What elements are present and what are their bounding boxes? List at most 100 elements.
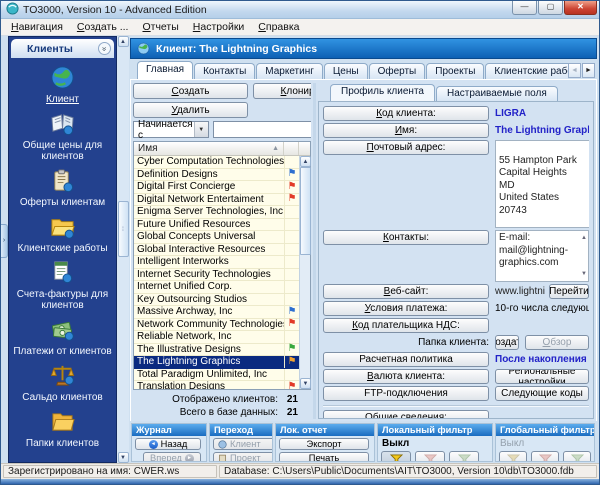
- sidebar-item[interactable]: Клиент: [46, 65, 79, 105]
- sidebar-item[interactable]: Платежи от клиентов: [13, 317, 111, 357]
- title-bar[interactable]: TO3000, Version 10 - Advanced Edition — …: [1, 1, 599, 19]
- list-scrollbar[interactable]: ▲ ▼: [299, 156, 310, 389]
- client-row[interactable]: Massive Archway, Inc⚑: [134, 306, 299, 319]
- yellow-flag-icon: ⚑: [284, 356, 299, 368]
- menu-item[interactable]: Навигация: [5, 20, 69, 34]
- collapse-chevron-icon[interactable]: »: [98, 42, 111, 55]
- client-row[interactable]: Network Community Technologies⚑: [134, 319, 299, 332]
- client-name: Total Paradigm Unlimited, Inc: [134, 369, 284, 380]
- general-info-button[interactable]: Общие сведения:: [323, 410, 489, 419]
- chevron-down-icon[interactable]: ▼: [194, 122, 208, 137]
- client-row[interactable]: Definition Designs⚑: [134, 169, 299, 182]
- client-row[interactable]: Internet Unified Corp.: [134, 281, 299, 294]
- tab-scroll-right-icon[interactable]: ►: [582, 63, 595, 78]
- scroll-down-icon[interactable]: ▼: [300, 378, 311, 389]
- sidebar-scrollbar[interactable]: ▲ ⁞ ▼: [117, 36, 129, 463]
- client-row[interactable]: Internet Security Technologies: [134, 269, 299, 282]
- scroll-down-icon[interactable]: ▼: [118, 452, 129, 463]
- sidebar-collapse-handle[interactable]: ›: [1, 224, 8, 258]
- client-currency-button[interactable]: Валюта клиента:: [323, 369, 489, 384]
- go-to-website-button[interactable]: Перейти: [549, 284, 589, 299]
- sidebar-item[interactable]: Счета-фактуры для клиентов: [11, 260, 114, 311]
- menu-item[interactable]: Отчеты: [136, 20, 184, 34]
- close-button[interactable]: ✕: [564, 1, 597, 15]
- print-button[interactable]: Печать: [279, 452, 369, 461]
- client-row[interactable]: Key Outsourcing Studios: [134, 294, 299, 307]
- payment-terms-button[interactable]: Условия платежа:: [323, 301, 489, 316]
- client-row[interactable]: The Illustrative Designs⚑: [134, 344, 299, 357]
- mailing-address-button[interactable]: Почтовый адрес:: [323, 140, 489, 155]
- tab-client-profile[interactable]: Профиль клиента: [330, 84, 435, 101]
- sidebar-item[interactable]: Сальдо клиентов: [22, 363, 102, 403]
- create-folder-button[interactable]: Создать: [495, 335, 519, 350]
- main-tab[interactable]: Контакты: [194, 63, 255, 79]
- scroll-up-icon[interactable]: ▲: [300, 156, 311, 167]
- filter-value-input[interactable]: [213, 121, 311, 138]
- sidebar-item[interactable]: Общие цены для клиентов: [11, 111, 114, 162]
- sidebar-item[interactable]: Папки клиентов: [26, 409, 99, 449]
- menu-item[interactable]: Справка: [252, 20, 305, 34]
- filter-mode-select[interactable]: Начинается с ▼: [133, 121, 209, 138]
- client-row[interactable]: Intelligent Interworks: [134, 256, 299, 269]
- client-row[interactable]: Enigma Server Technologies, Inc: [134, 206, 299, 219]
- delete-client-button[interactable]: Удалить: [133, 102, 248, 118]
- scroll-down-icon[interactable]: ▼: [581, 268, 587, 281]
- client-name: Network Community Technologies: [134, 319, 284, 330]
- client-row[interactable]: Total Paradigm Unlimited, Inc: [134, 369, 299, 382]
- menu-item[interactable]: Настройки: [187, 20, 251, 34]
- mailing-address-value[interactable]: 55 Hampton Park Capital Heights MD Unite…: [495, 140, 589, 228]
- edit-filter-button[interactable]: [449, 451, 479, 461]
- client-name-button[interactable]: Имя:: [323, 123, 489, 138]
- main-tab[interactable]: Проекты: [426, 63, 484, 79]
- website-button[interactable]: Веб-сайт:: [323, 284, 489, 299]
- client-row[interactable]: Digital Network Entertaiment⚑: [134, 194, 299, 207]
- create-client-button[interactable]: Создать: [133, 83, 248, 99]
- sidebar-item[interactable]: Оферты клиентам: [20, 168, 105, 208]
- table-header[interactable]: Имя ▲: [134, 142, 310, 156]
- accounting-policy-button[interactable]: Расчетная политика: [323, 352, 489, 367]
- client-row[interactable]: Reliable Network, Inc: [134, 331, 299, 344]
- export-button[interactable]: Экспорт: [279, 438, 369, 450]
- main-tab[interactable]: Оферты: [369, 63, 426, 79]
- scroll-up-icon[interactable]: ▲: [581, 232, 587, 245]
- client-row[interactable]: The Lightning Graphics⚑: [134, 356, 299, 369]
- panel-splitter[interactable]: [313, 83, 316, 419]
- back-button[interactable]: ◄ Назад: [135, 438, 201, 450]
- clear-filter-button[interactable]: [415, 451, 445, 461]
- regional-settings-button[interactable]: Региональные настройки: [495, 369, 589, 384]
- apply-filter-button[interactable]: [381, 451, 411, 461]
- client-name: Intelligent Interworks: [134, 256, 284, 267]
- main-tab[interactable]: Маркетинг: [256, 63, 323, 79]
- client-row[interactable]: Global Interactive Resources: [134, 244, 299, 257]
- main-tab[interactable]: Клиентские работы: [485, 63, 568, 79]
- tab-scroll-left-icon[interactable]: ◄: [568, 63, 581, 78]
- clone-client-button[interactable]: Клонировать: [253, 83, 311, 99]
- scrollbar-thumb[interactable]: ⁞: [118, 201, 129, 257]
- client-row[interactable]: Global Concepts Universal: [134, 231, 299, 244]
- contacts-button[interactable]: Контакты:: [323, 230, 489, 245]
- client-row[interactable]: Future Unified Resources: [134, 219, 299, 232]
- scrollbar-thumb[interactable]: [300, 167, 311, 255]
- tab-custom-fields[interactable]: Настраиваемые поля: [436, 86, 558, 101]
- sidebar-item[interactable]: Клиентские работы: [17, 214, 107, 254]
- next-codes-button[interactable]: Следующие коды: [495, 386, 589, 401]
- menu-item[interactable]: Создать ...: [71, 20, 135, 34]
- no-flag: [284, 331, 299, 343]
- website-value[interactable]: www.lightning-g: [495, 284, 545, 299]
- ftp-connections-button[interactable]: FTP-подключения: [323, 386, 489, 401]
- app-window: TO3000, Version 10 - Advanced Edition — …: [0, 0, 600, 485]
- maximize-button[interactable]: ▢: [538, 1, 563, 15]
- vat-code-button[interactable]: Код плательщика НДС:: [323, 318, 489, 333]
- minimize-button[interactable]: —: [512, 1, 537, 15]
- main-tab[interactable]: Цены: [324, 63, 368, 79]
- client-code-button[interactable]: Код клиента:: [323, 106, 489, 121]
- scroll-up-icon[interactable]: ▲: [118, 36, 129, 47]
- main-tab[interactable]: Главная: [137, 61, 193, 79]
- client-row[interactable]: Cyber Computation Technologies, Inc: [134, 156, 299, 169]
- client-row[interactable]: Translation Designs⚑: [134, 381, 299, 389]
- sidebar-item-label: Клиент: [46, 94, 79, 105]
- client-row[interactable]: Digital First Concierge⚑: [134, 181, 299, 194]
- flag-column-header[interactable]: [284, 142, 299, 155]
- name-column-header[interactable]: Имя: [138, 143, 157, 154]
- contacts-value[interactable]: E-mail: mail@lightning-graphics.com ▲ ▼: [495, 230, 589, 282]
